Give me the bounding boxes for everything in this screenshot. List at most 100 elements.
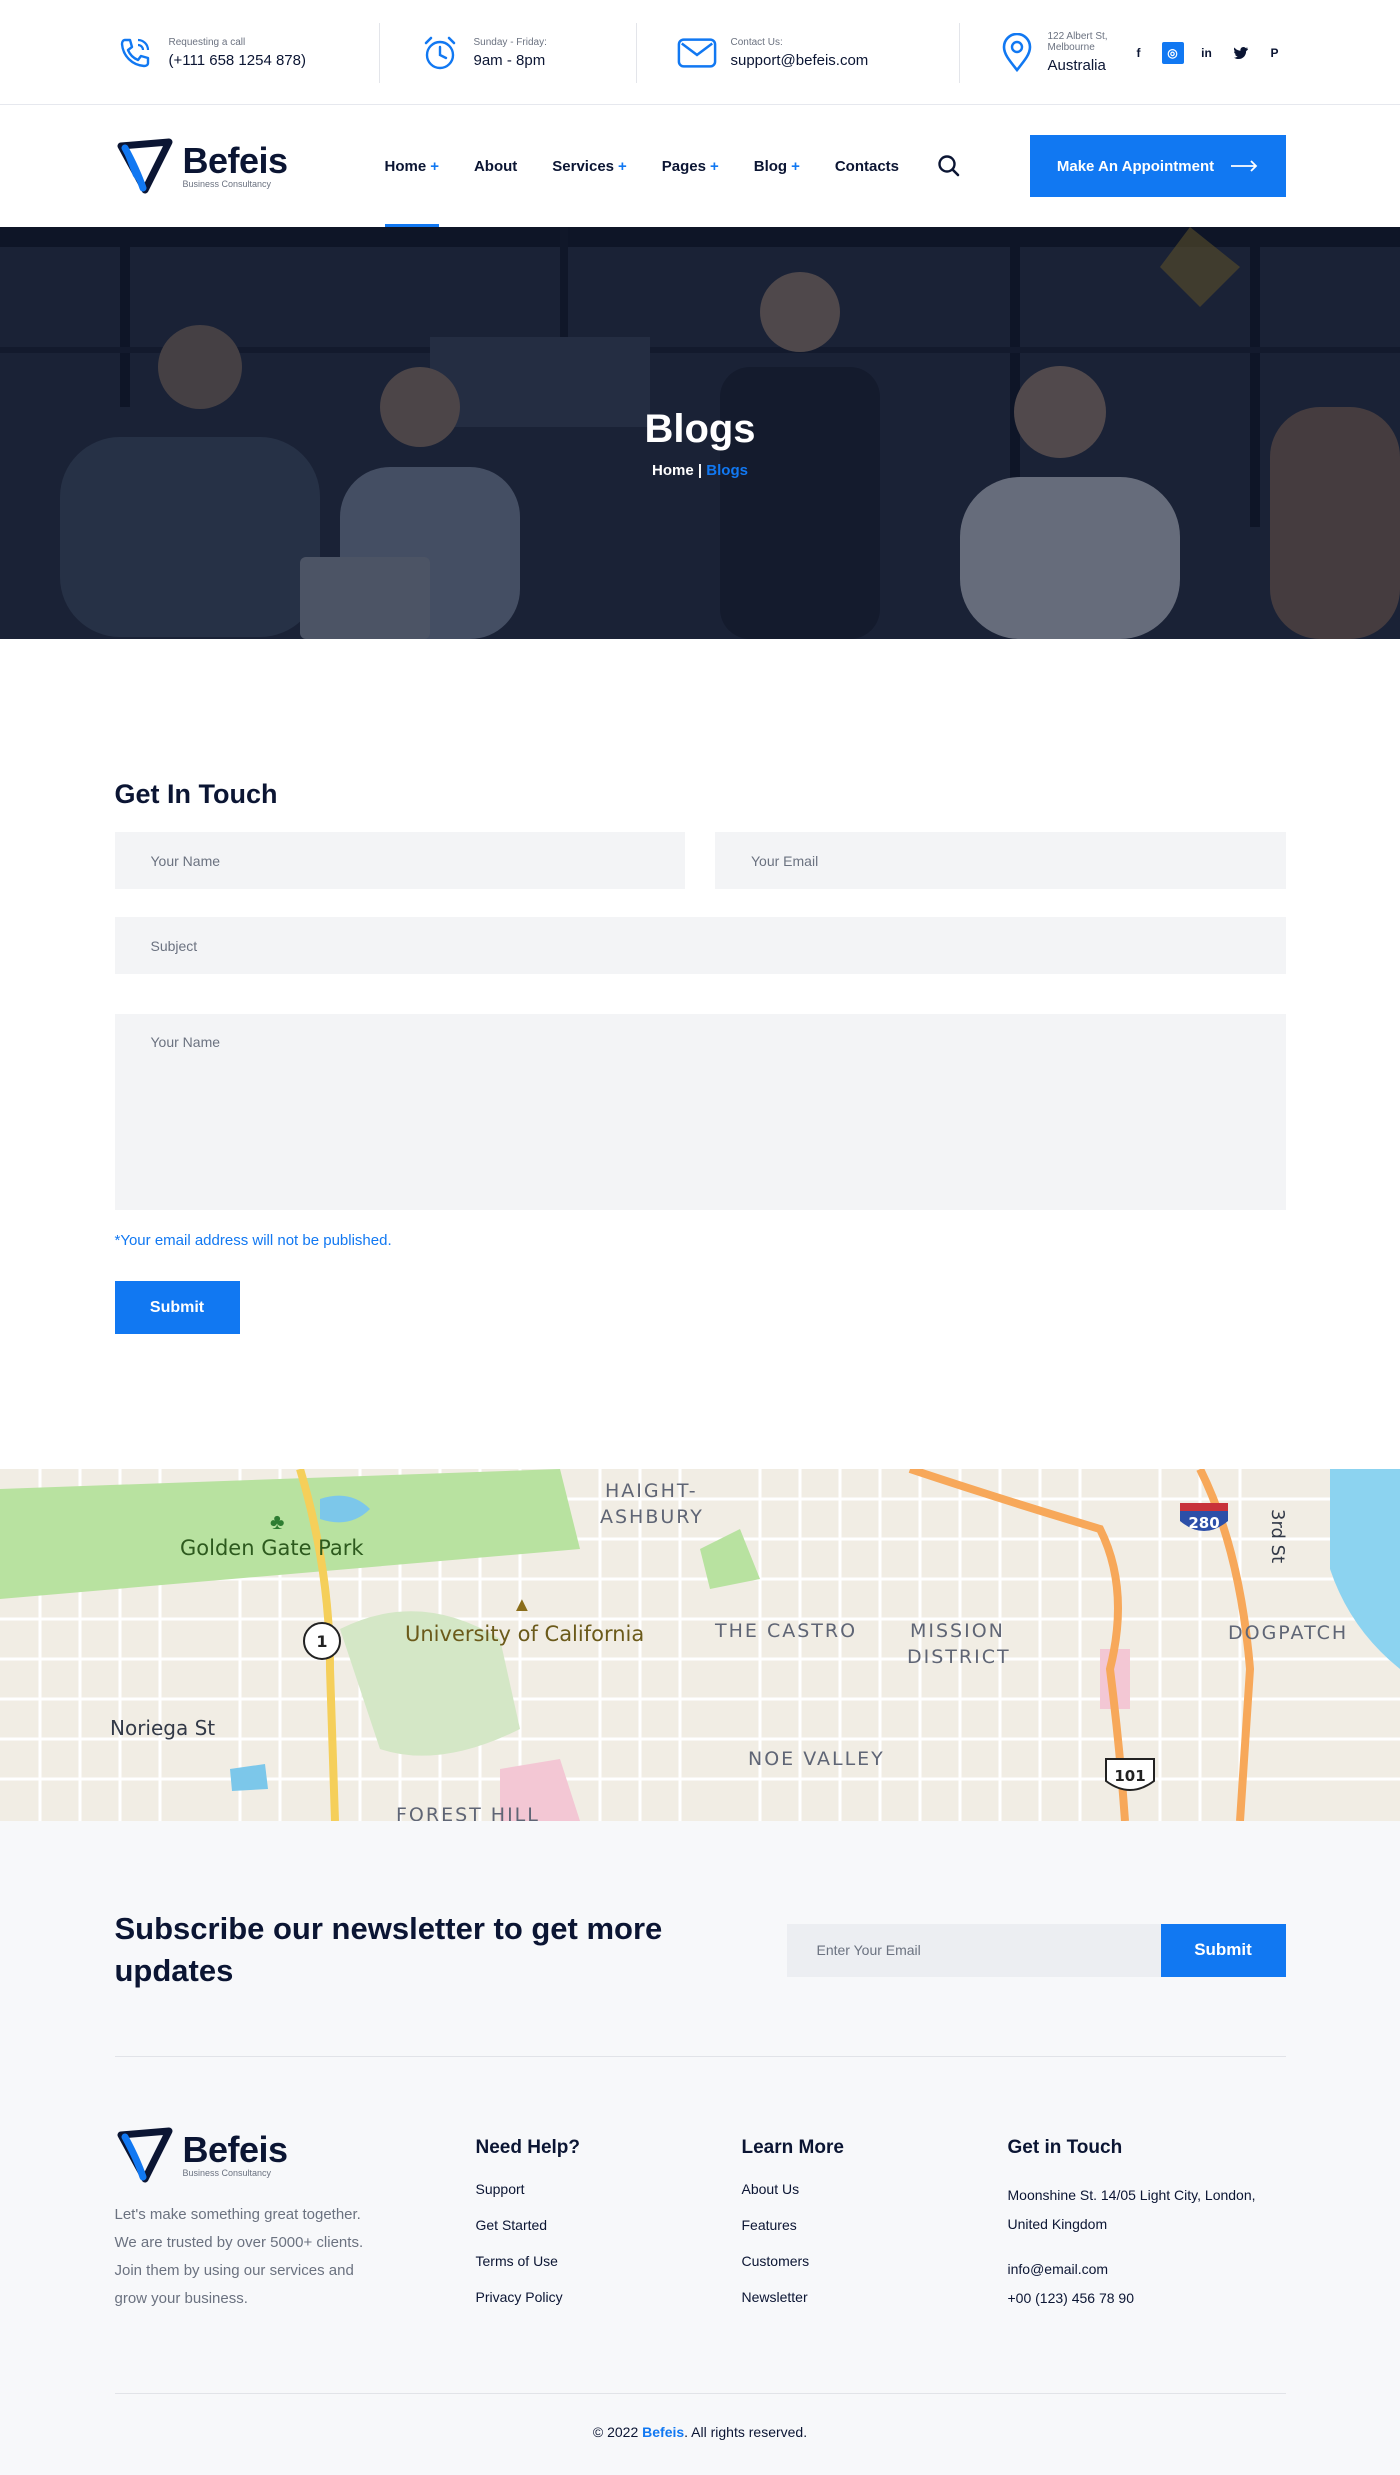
newsletter-submit-button[interactable]: Submit bbox=[1160, 1923, 1286, 1977]
twitter-icon[interactable] bbox=[1230, 42, 1252, 64]
breadcrumb-current: Blogs bbox=[706, 462, 748, 479]
hours-label: Sunday - Friday: bbox=[473, 36, 547, 48]
nav-contacts[interactable]: Contacts bbox=[835, 105, 899, 227]
map-pin-icon bbox=[1000, 32, 1034, 73]
footer-about-text: Let's make something great together. We … bbox=[114, 2206, 364, 2307]
social-links: f ◎ in P bbox=[1128, 41, 1286, 64]
map-canvas: HAIGHT- ASHBURY Golden Gate Park Univers… bbox=[0, 1469, 1400, 1821]
footer-link-privacy[interactable]: Privacy Policy bbox=[476, 2289, 742, 2305]
copyright-brand-link[interactable]: Befeis bbox=[642, 2424, 684, 2440]
linkedin-icon[interactable]: in bbox=[1196, 42, 1218, 64]
map-label-dogpatch: DOGPATCH bbox=[1228, 1622, 1348, 1644]
site-logo[interactable]: Befeis Business Consultancy bbox=[115, 136, 370, 196]
footer-link-support[interactable]: Support bbox=[476, 2181, 742, 2197]
form-submit-button[interactable]: Submit bbox=[114, 1281, 240, 1334]
breadcrumb: Home | Blogs bbox=[0, 462, 1400, 479]
location-label: 122 Albert St, Melbourne bbox=[1047, 31, 1108, 53]
newsletter-email-input[interactable] bbox=[786, 1923, 1161, 1977]
email-label: Contact Us: bbox=[730, 36, 783, 48]
svg-text:ASHBURY: ASHBURY bbox=[600, 1506, 704, 1528]
map-label-noe-valley: NOE VALLEY bbox=[748, 1748, 885, 1770]
make-appointment-button[interactable]: Make An Appointment bbox=[1029, 135, 1286, 197]
footer-help-column: Need Help? Support Get Started Terms of … bbox=[476, 2125, 742, 2325]
map-label-mission: MISSION bbox=[910, 1620, 1005, 1642]
svg-text:280: 280 bbox=[1188, 1514, 1219, 1532]
park-tree-icon: ♣ bbox=[270, 1509, 284, 1534]
map-label-castro: THE CASTRO bbox=[714, 1620, 857, 1642]
copyright: © 2022 Befeis. All rights reserved. bbox=[592, 2424, 808, 2440]
map-label-3rd-st: 3rd St bbox=[1267, 1509, 1288, 1563]
message-textarea[interactable] bbox=[114, 1014, 1286, 1210]
footer-help-title: Need Help? bbox=[475, 2137, 581, 2158]
email-value[interactable]: support@befeis.com bbox=[731, 52, 869, 69]
email-input[interactable] bbox=[715, 832, 1286, 889]
footer-link-customers[interactable]: Customers bbox=[742, 2253, 1008, 2269]
envelope-icon bbox=[677, 33, 717, 73]
location-value: Australia bbox=[1047, 57, 1106, 74]
search-icon[interactable] bbox=[937, 154, 961, 178]
call-info[interactable]: Requesting a call (+111 658 1254 878) bbox=[115, 22, 380, 83]
location-map[interactable]: HAIGHT- ASHBURY Golden Gate Park Univers… bbox=[0, 1469, 1400, 1821]
map-label-golden-gate-park: Golden Gate Park bbox=[180, 1536, 364, 1560]
footer-link-about-us[interactable]: About Us bbox=[742, 2181, 1008, 2197]
logo-mark-icon bbox=[117, 2127, 172, 2183]
footer-link-features[interactable]: Features bbox=[742, 2217, 1008, 2233]
form-title: Get In Touch bbox=[114, 779, 278, 809]
nav-home[interactable]: Home + bbox=[384, 105, 440, 227]
university-icon: ▲ bbox=[512, 1594, 532, 1616]
location-info: 122 Albert St, Melbourne Australia f ◎ i… bbox=[1000, 23, 1286, 83]
newsletter-form: Submit bbox=[786, 1923, 1286, 1977]
footer-address-line1: Moonshine St. 14/05 Light City, London, bbox=[1007, 2187, 1256, 2203]
page-title: Blogs bbox=[644, 407, 756, 451]
map-label-forest-hill: FOREST HILL bbox=[396, 1804, 540, 1821]
footer-email[interactable]: info@email.com bbox=[1008, 2255, 1286, 2284]
main-header: Befeis Business Consultancy Home + About … bbox=[0, 105, 1400, 227]
map-label-university: University of California bbox=[405, 1622, 644, 1646]
footer-link-newsletter[interactable]: Newsletter bbox=[742, 2289, 1008, 2305]
dribbble-icon[interactable]: ◎ bbox=[1161, 41, 1184, 64]
footer-address-line2: United Kingdom bbox=[1007, 2216, 1108, 2232]
footer-phone[interactable]: +00 (123) 456 78 90 bbox=[1008, 2284, 1286, 2313]
footer-contact-title: Get in Touch bbox=[1007, 2137, 1123, 2158]
call-label: Requesting a call bbox=[168, 36, 246, 48]
svg-text:DISTRICT: DISTRICT bbox=[907, 1646, 1011, 1668]
svg-text:1: 1 bbox=[316, 1632, 327, 1651]
hours-info: Sunday - Friday: 9am - 8pm bbox=[420, 22, 637, 83]
footer-columns: Befeis Business Consultancy Let's make s… bbox=[114, 2057, 1286, 2394]
map-label-haight: HAIGHT- bbox=[605, 1480, 698, 1502]
arrow-right-icon bbox=[1231, 160, 1258, 172]
footer-learn-title: Learn More bbox=[741, 2137, 844, 2158]
name-input[interactable] bbox=[114, 832, 685, 889]
svg-text:101: 101 bbox=[1114, 1767, 1145, 1785]
pinterest-icon[interactable]: P bbox=[1264, 42, 1286, 64]
subject-input[interactable] bbox=[114, 917, 1286, 974]
hours-value: 9am - 8pm bbox=[473, 51, 546, 69]
footer-link-terms[interactable]: Terms of Use bbox=[476, 2253, 742, 2269]
footer-about: Befeis Business Consultancy Let's make s… bbox=[115, 2125, 476, 2325]
breadcrumb-home[interactable]: Home bbox=[652, 462, 694, 479]
nav-services[interactable]: Services + bbox=[552, 105, 627, 227]
nav-pages[interactable]: Pages + bbox=[662, 105, 719, 227]
newsletter-title: Subscribe our newsletter to get more upd… bbox=[114, 1911, 663, 1988]
logo-mark-icon bbox=[117, 138, 172, 194]
hero-content: Blogs Home | Blogs bbox=[0, 407, 1400, 479]
map-label-noriega: Noriega St bbox=[110, 1716, 215, 1740]
call-number[interactable]: (+111 658 1254 878) bbox=[169, 52, 306, 69]
footer-contact-column: Get in Touch Moonshine St. 14/05 Light C… bbox=[1008, 2125, 1286, 2325]
contact-form-section: Get In Touch *Your email address will no… bbox=[0, 639, 1400, 1469]
phone-icon bbox=[115, 33, 155, 73]
newsletter-section: Subscribe our newsletter to get more upd… bbox=[114, 1821, 1286, 2057]
nav-blog[interactable]: Blog + bbox=[754, 105, 800, 227]
breadcrumb-separator: | bbox=[693, 462, 707, 479]
footer-logo[interactable]: Befeis Business Consultancy bbox=[115, 2125, 370, 2185]
footer-link-get-started[interactable]: Get Started bbox=[476, 2217, 742, 2233]
site-footer: Subscribe our newsletter to get more upd… bbox=[0, 1821, 1400, 2475]
clock-icon bbox=[420, 33, 460, 73]
page-hero: Blogs Home | Blogs bbox=[0, 227, 1400, 639]
facebook-icon[interactable]: f bbox=[1128, 42, 1150, 64]
email-info[interactable]: Contact Us: support@befeis.com bbox=[677, 22, 960, 83]
main-nav: Home + About Services + Pages + Blog + Conta… bbox=[384, 105, 962, 227]
top-info-bar: Requesting a call (+111 658 1254 878) Su… bbox=[0, 0, 1400, 105]
privacy-note: *Your email address will not be publishe… bbox=[114, 1232, 392, 1249]
nav-about[interactable]: About bbox=[474, 105, 517, 227]
